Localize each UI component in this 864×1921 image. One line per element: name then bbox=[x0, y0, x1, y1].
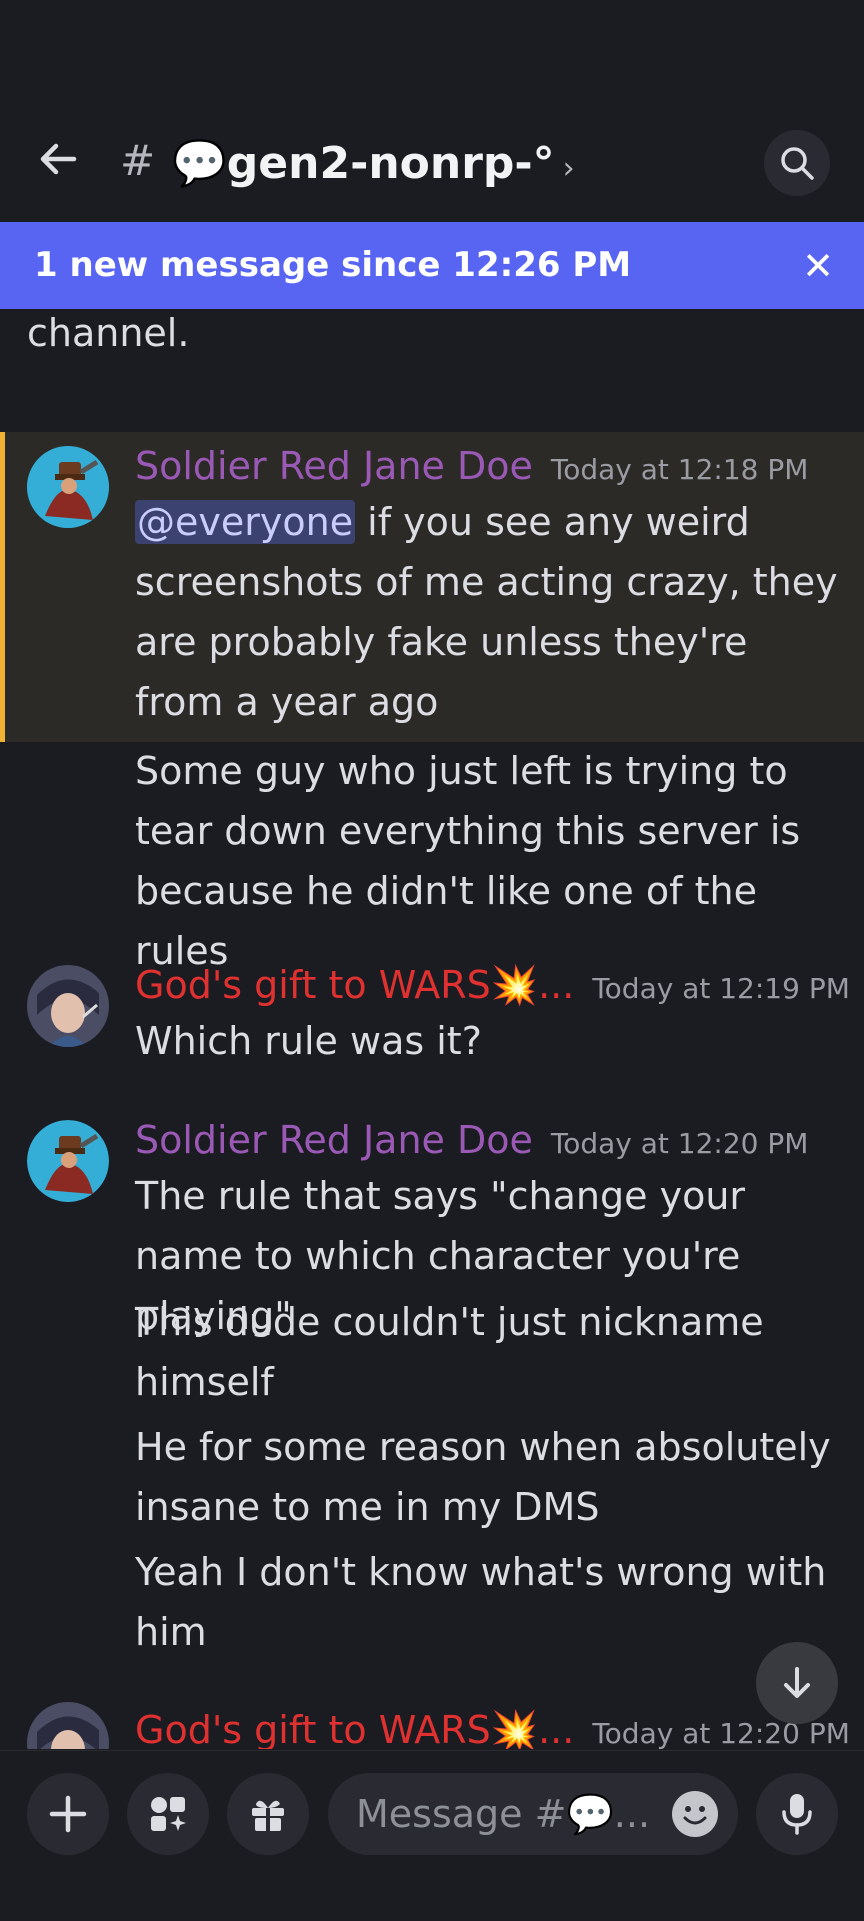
message-highlighted[interactable]: Soldier Red Jane Doe Today at 12:18 PM @e… bbox=[0, 432, 864, 742]
author-name[interactable]: Soldier Red Jane Doe bbox=[135, 444, 533, 488]
message-input[interactable]: Message #💬... bbox=[328, 1773, 738, 1855]
timestamp: Today at 12:18 PM bbox=[550, 453, 809, 486]
message-text: Some guy who just left is trying to tear… bbox=[135, 749, 801, 973]
voice-message-button[interactable] bbox=[756, 1773, 838, 1855]
message-fragment: channel. bbox=[27, 311, 190, 355]
emoji-button[interactable] bbox=[672, 1791, 718, 1837]
attach-button[interactable] bbox=[27, 1773, 109, 1855]
apps-button[interactable] bbox=[127, 1773, 209, 1855]
message-placeholder: Message #💬... bbox=[356, 1792, 651, 1836]
avatar[interactable] bbox=[27, 1702, 109, 1749]
emoji-icon bbox=[683, 1806, 707, 1825]
avatar[interactable] bbox=[27, 446, 109, 528]
microphone-icon bbox=[782, 1794, 812, 1835]
plus-icon bbox=[49, 1795, 87, 1833]
gift-icon bbox=[252, 1800, 284, 1831]
apps-icon bbox=[151, 1797, 186, 1831]
search-icon bbox=[781, 147, 814, 180]
message-group[interactable]: God's gift to WARS💥... Today at 12:19 PM … bbox=[0, 957, 864, 1077]
timestamp: Today at 12:20 PM bbox=[550, 1127, 809, 1160]
arrow-left-icon bbox=[40, 143, 77, 175]
message-text: @everyone if you see any weird screensho… bbox=[135, 500, 838, 724]
message-header: God's gift to WARS💥... Today at 12:19 PM bbox=[135, 957, 850, 1013]
new-messages-text: 1 new message since 12:26 PM bbox=[34, 245, 632, 285]
message-group[interactable]: Soldier Red Jane Doe Today at 12:20 PM Th… bbox=[0, 1112, 864, 1692]
avatar[interactable] bbox=[27, 1120, 109, 1202]
close-icon[interactable]: ✕ bbox=[798, 246, 838, 286]
channel-title[interactable]: 💬gen2-nonrp-° › bbox=[172, 136, 575, 197]
message-header: God's gift to WARS💥... Today at 12:20 PM bbox=[135, 1702, 850, 1749]
author-name[interactable]: God's gift to WARS💥... bbox=[135, 1708, 574, 1749]
timestamp: Today at 12:19 PM bbox=[592, 972, 850, 1005]
channel-hash-icon: # bbox=[120, 136, 156, 185]
author-name[interactable]: Soldier Red Jane Doe bbox=[135, 1118, 533, 1162]
avatar[interactable] bbox=[27, 965, 109, 1047]
arrow-down-icon bbox=[784, 1667, 810, 1698]
message-text: Yeah I don't know what's wrong with him bbox=[135, 1550, 827, 1654]
message-header: Soldier Red Jane Doe Today at 12:18 PM bbox=[135, 438, 808, 494]
message-header: Soldier Red Jane Doe Today at 12:20 PM bbox=[135, 1112, 808, 1168]
message-text: This dude couldn't just nickname himself bbox=[135, 1300, 764, 1404]
message-group[interactable]: God's gift to WARS💥... Today at 12:20 PM bbox=[0, 1702, 864, 1749]
back-button[interactable] bbox=[34, 134, 84, 184]
chevron-right-icon: › bbox=[562, 151, 575, 186]
search-button[interactable] bbox=[764, 130, 830, 196]
message-list[interactable]: channel. Soldier Red Jane Doe Today at 12… bbox=[0, 309, 864, 1749]
mention-everyone[interactable]: @everyone bbox=[135, 500, 356, 544]
message-text: Which rule was it? bbox=[135, 1019, 482, 1063]
timestamp: Today at 12:20 PM bbox=[592, 1717, 850, 1749]
channel-header: # 💬gen2-nonrp-° › bbox=[0, 0, 864, 222]
new-messages-banner[interactable]: 1 new message since 12:26 PM ✕ bbox=[0, 222, 864, 309]
gift-button[interactable] bbox=[227, 1773, 309, 1855]
message-text: He for some reason when absolutely insan… bbox=[135, 1425, 831, 1529]
jump-to-present-button[interactable] bbox=[756, 1642, 838, 1724]
author-name[interactable]: God's gift to WARS💥... bbox=[135, 963, 574, 1007]
message-composer: Message #💬... bbox=[0, 1750, 864, 1921]
channel-name: 💬gen2-nonrp-° bbox=[172, 138, 555, 189]
